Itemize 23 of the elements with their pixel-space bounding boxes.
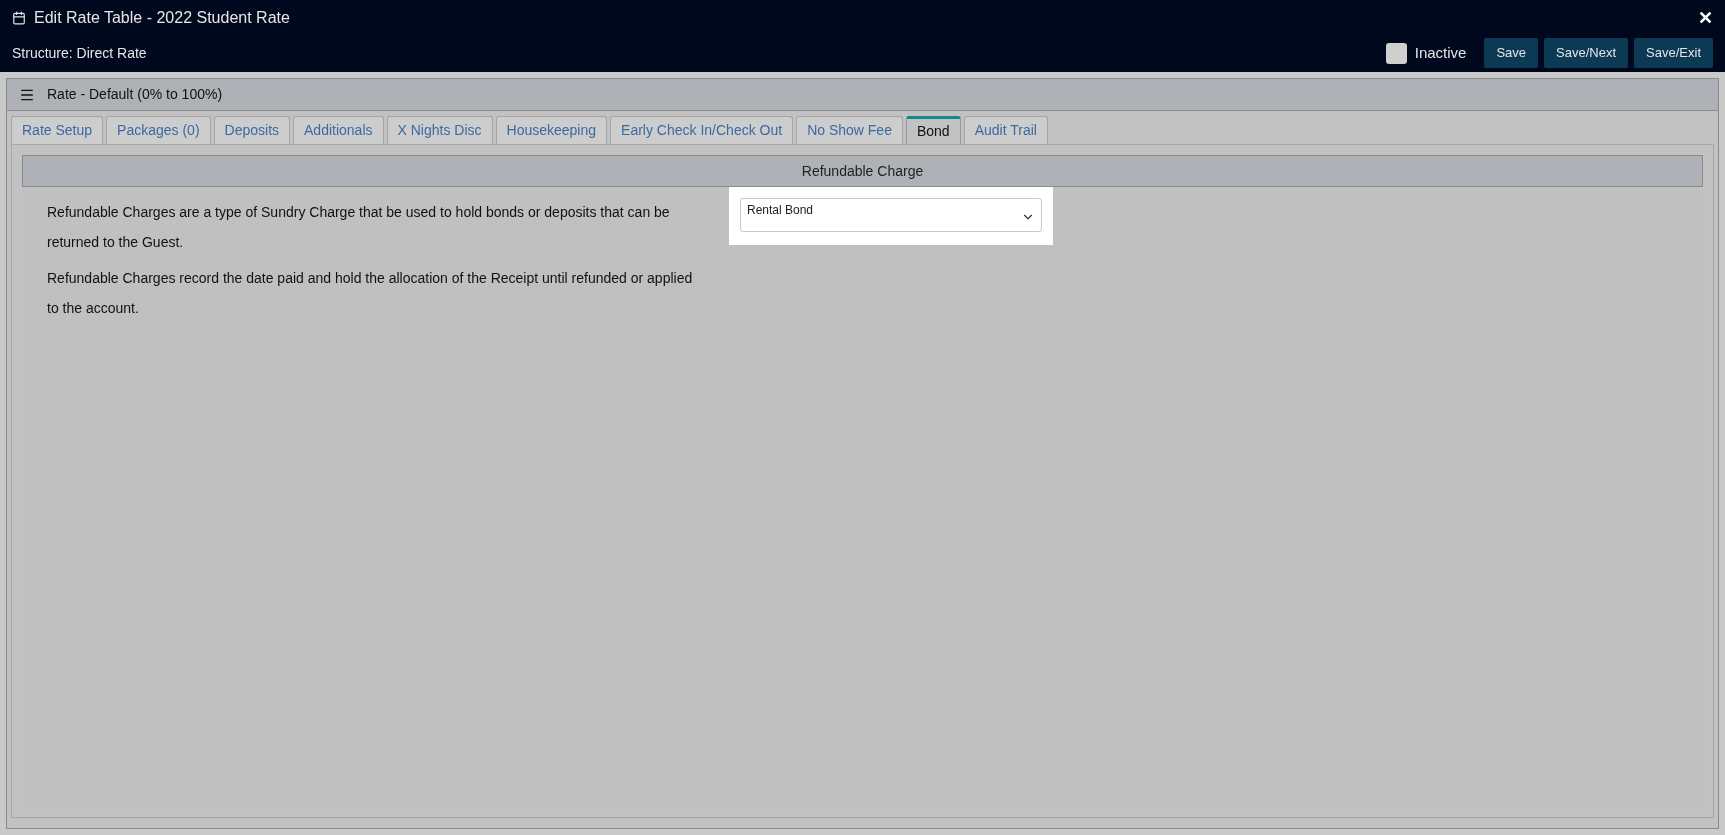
description-text: Refundable Charges record the date paid and hold the allocation of the Receipt until refunded or applied to the account. — [47, 269, 694, 318]
section-header: Refundable Charge — [22, 155, 1703, 187]
tab[interactable]: Bond — [905, 116, 961, 144]
tab[interactable]: Early Check In/Check Out — [610, 116, 794, 144]
tab[interactable]: Packages (0) — [106, 116, 211, 144]
panel-title: Rate - Default (0% to 100%) — [47, 85, 223, 104]
description-text: Refundable Charges are a type of Sundry Charge that be used to hold bonds or deposits that can be returned to the Guest. — [47, 203, 671, 252]
toolbar-button[interactable]: Save — [1484, 38, 1539, 68]
window-title: Edit Rate Table - 2022 Student Rate — [34, 8, 290, 28]
toolbar-button[interactable]: Save/Exit — [1634, 38, 1713, 68]
tab[interactable]: Housekeeping — [495, 116, 608, 144]
tab[interactable]: No Show Fee — [796, 116, 903, 144]
tab[interactable]: Audit Trail — [963, 116, 1048, 144]
calendar-icon — [12, 11, 26, 25]
tab[interactable]: Additionals — [293, 116, 384, 144]
inactive-label: Inactive — [1414, 42, 1467, 63]
refundable-charge-select[interactable]: Rental Bond — [740, 198, 1042, 232]
tab[interactable]: X Nights Disc — [386, 116, 493, 144]
tab[interactable]: Deposits — [213, 116, 290, 144]
toolbar-button[interactable]: Save/Next — [1544, 38, 1629, 68]
structure-label: Structure: Direct Rate — [12, 43, 147, 63]
tab[interactable]: Rate Setup — [11, 116, 104, 144]
close-button[interactable]: ✕ — [1698, 4, 1713, 32]
